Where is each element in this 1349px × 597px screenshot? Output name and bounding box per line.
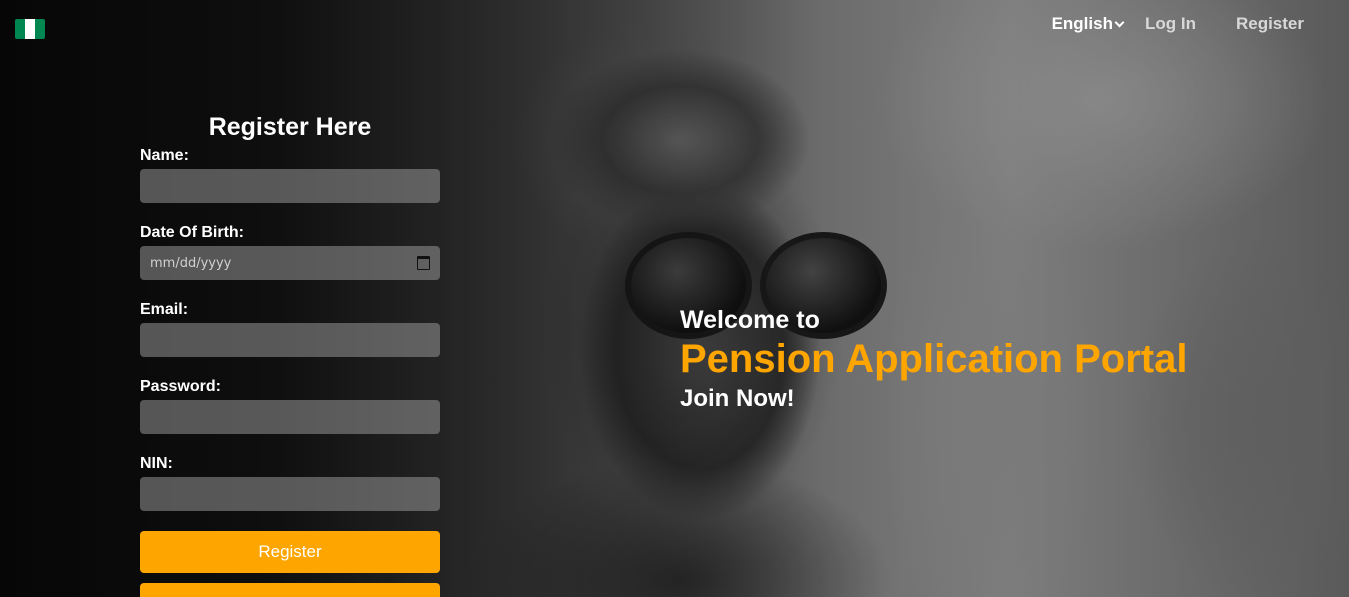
name-label: Name: <box>140 147 189 164</box>
nigeria-flag-icon <box>15 19 45 39</box>
dob-input[interactable]: mm/dd/yyyy <box>140 246 440 280</box>
register-form: Register Here Name: Date Of Birth: mm/dd… <box>140 112 440 597</box>
language-label: English <box>1051 14 1113 33</box>
top-nav: English Log In Register <box>1052 14 1304 34</box>
calendar-icon[interactable] <box>417 256 430 270</box>
email-label: Email: <box>140 301 189 318</box>
password-label: Password: <box>140 378 221 395</box>
nin-input[interactable] <box>140 477 440 511</box>
language-selector[interactable]: English <box>1051 14 1125 34</box>
chevron-down-icon <box>1114 17 1125 27</box>
hero-cta: Join Now! <box>680 385 795 412</box>
name-input[interactable] <box>140 169 440 203</box>
dob-label: Date Of Birth: <box>140 224 244 241</box>
page: English Log In Register Register Here Na… <box>0 0 1349 597</box>
nav-login-link[interactable]: Log In <box>1145 14 1196 34</box>
password-input[interactable] <box>140 400 440 434</box>
hero-title: Pension Application Portal <box>680 337 1188 381</box>
hero-text: Welcome to Pension Application Portal Jo… <box>680 304 1187 416</box>
name-field-group: Name: <box>140 146 440 203</box>
email-field-group: Email: <box>140 300 440 357</box>
form-title: Register Here <box>208 113 372 141</box>
password-field-group: Password: <box>140 377 440 434</box>
flag-stripe-right <box>35 19 45 39</box>
flag-stripe-left <box>15 19 25 39</box>
nin-label: NIN: <box>140 455 173 472</box>
email-input[interactable] <box>140 323 440 357</box>
register-button[interactable]: Register <box>140 531 440 573</box>
flag-stripe-middle <box>25 19 35 39</box>
nav-register-link[interactable]: Register <box>1236 14 1304 34</box>
dob-field-group: Date Of Birth: mm/dd/yyyy <box>140 223 440 280</box>
login-button[interactable]: Log In <box>140 583 440 597</box>
nin-field-group: NIN: <box>140 454 440 511</box>
dob-placeholder: mm/dd/yyyy <box>150 255 232 271</box>
hero-welcome: Welcome to <box>680 306 820 334</box>
